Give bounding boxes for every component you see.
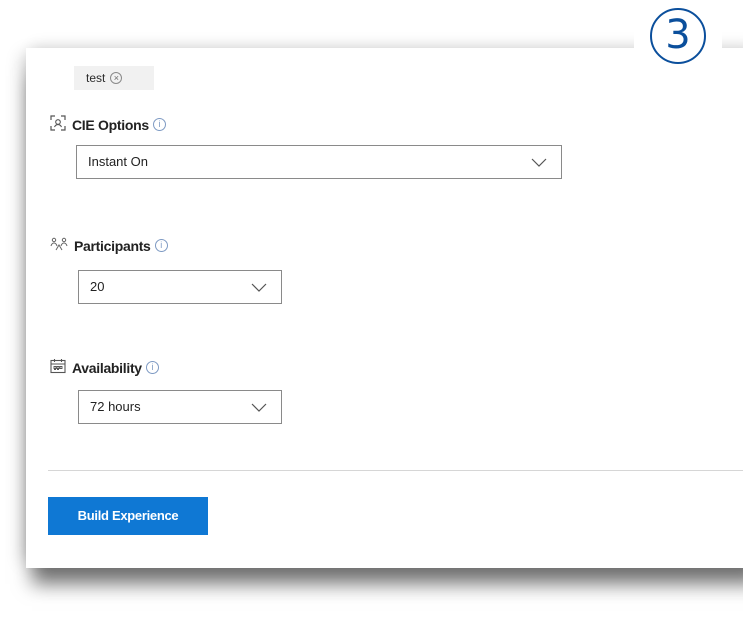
availability-label-row: Availability i [50,358,159,377]
divider [48,470,743,471]
cie-options-dropdown[interactable]: Instant On [76,145,562,179]
close-icon[interactable]: × [110,71,123,84]
chevron-down-icon [251,271,267,303]
participants-label: Participants [74,237,151,254]
people-icon [50,237,68,254]
info-icon[interactable]: i [154,239,168,252]
tag-chip: test × [74,66,154,90]
info-icon[interactable]: i [145,361,159,374]
info-icon[interactable]: i [152,118,166,131]
cie-options-label-row: CIE Options i [50,115,166,134]
calendar-icon [50,358,66,377]
availability-label: Availability [72,359,142,376]
chevron-down-icon [251,391,267,423]
step-number: 3 [650,8,706,64]
step-badge: 3 [634,6,722,76]
cie-options-value: Instant On [88,154,148,169]
availability-dropdown[interactable]: 72 hours [78,390,282,424]
scan-icon [50,115,66,134]
availability-value: 72 hours [90,399,141,414]
participants-dropdown[interactable]: 20 [78,270,282,304]
participants-label-row: Participants i [50,237,168,254]
tag-label: test [86,71,106,85]
build-experience-button[interactable]: Build Experience [48,497,208,535]
participants-value: 20 [90,279,105,294]
chevron-down-icon [531,146,547,178]
cie-options-label: CIE Options [72,116,149,133]
